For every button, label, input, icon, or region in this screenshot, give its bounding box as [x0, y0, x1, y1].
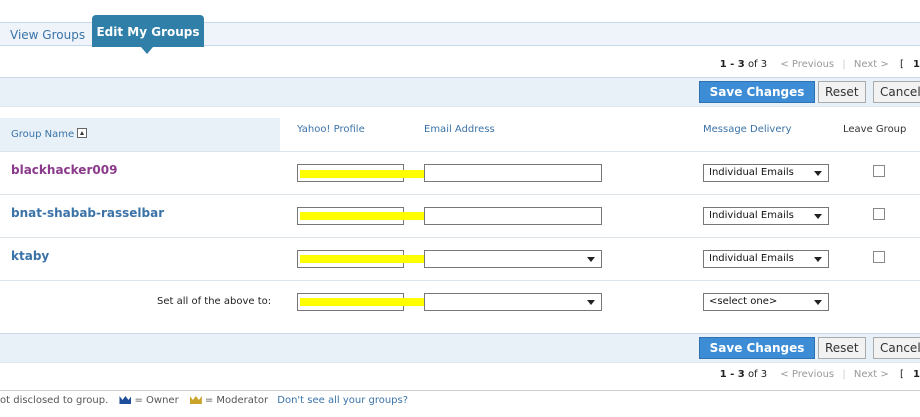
save-changes-button-top[interactable]: Save Changes [699, 81, 815, 103]
email-address-select-row-2[interactable] [424, 207, 602, 225]
save-changes-button-bottom[interactable]: Save Changes [699, 337, 815, 359]
chevron-down-icon [587, 300, 595, 305]
email-address-header: Email Address [424, 124, 495, 135]
chevron-down-icon [814, 171, 822, 176]
group-name-header-label: Group Name [11, 129, 75, 140]
leave-group-checkbox-row-2[interactable] [873, 208, 885, 220]
leave-group-checkbox-row-1[interactable] [873, 165, 885, 177]
set-all-email-select[interactable] [424, 293, 602, 311]
pager-of: of 3 [747, 59, 768, 70]
pager-page[interactable]: 1 [913, 59, 920, 70]
divider [0, 151, 920, 152]
moderator-crown-icon [189, 396, 202, 404]
cancel-button-top[interactable]: Cancel [873, 81, 920, 103]
delivery-value: Individual Emails [709, 210, 794, 221]
delivery-select-row-2[interactable]: Individual Emails [703, 207, 829, 225]
edit-groups-page: View Groups Edit My Groups 1 - 3 of 3 < … [0, 0, 920, 417]
missing-groups-link[interactable]: Don't see all your groups? [277, 395, 408, 406]
group-link-row-1[interactable]: blackhacker009 [11, 163, 117, 177]
footer-legend: ot disclosed to group. = Owner = Moderat… [0, 395, 920, 417]
pager-of: of 3 [747, 369, 768, 380]
divider [0, 280, 920, 281]
moderator-legend: = Moderator [204, 395, 269, 406]
message-delivery-header: Message Delivery [703, 124, 792, 135]
delivery-value: Individual Emails [709, 167, 794, 178]
pager-range: 1 - 3 [719, 369, 745, 380]
pager-range: 1 - 3 [719, 59, 745, 70]
owner-crown-icon [119, 396, 132, 404]
chevron-down-icon [814, 214, 822, 219]
pager-page[interactable]: 1 [913, 369, 920, 380]
leave-group-header: Leave Group [843, 124, 907, 135]
group-name-header[interactable]: Group Name [11, 128, 88, 140]
email-address-select-row-3[interactable] [424, 250, 602, 268]
pager-previous[interactable]: < Previous [780, 369, 834, 380]
pager-bracket: [ [899, 59, 904, 70]
pager-previous[interactable]: < Previous [780, 59, 834, 70]
tab-view-groups[interactable]: View Groups [10, 28, 85, 42]
not-disclosed-text: ot disclosed to group. [0, 395, 109, 406]
pager-bracket: [ [899, 369, 904, 380]
cancel-button-bottom[interactable]: Cancel [873, 337, 920, 359]
delivery-select-row-1[interactable]: Individual Emails [703, 164, 829, 182]
delivery-value: Individual Emails [709, 253, 794, 264]
sort-ascending-icon[interactable] [77, 128, 88, 138]
divider [0, 390, 920, 391]
email-address-select-row-1[interactable] [424, 164, 602, 182]
pager-top: 1 - 3 of 3 < Previous | Next > [ 1 [719, 59, 920, 70]
tab-edit-my-groups[interactable]: Edit My Groups [92, 15, 204, 47]
divider [0, 194, 920, 195]
leave-group-checkbox-row-3[interactable] [873, 251, 885, 263]
yahoo-profile-header: Yahoo! Profile [297, 124, 365, 135]
chevron-down-icon [587, 257, 595, 262]
owner-legend: = Owner [134, 395, 179, 406]
pager-bottom: 1 - 3 of 3 < Previous | Next > [ 1 [719, 369, 920, 380]
delivery-value: <select one> [709, 296, 778, 307]
chevron-down-icon [814, 257, 822, 262]
divider [0, 237, 920, 238]
delivery-select-row-3[interactable]: Individual Emails [703, 250, 829, 268]
active-tab-pointer [141, 47, 153, 54]
reset-button-bottom[interactable]: Reset [818, 337, 866, 359]
reset-button-top[interactable]: Reset [818, 81, 866, 103]
set-all-label: Set all of the above to: [157, 296, 272, 307]
group-link-row-3[interactable]: ktaby [11, 249, 49, 263]
group-link-row-2[interactable]: bnat-shabab-rasselbar [11, 206, 164, 220]
chevron-down-icon [814, 300, 822, 305]
pager-next[interactable]: Next > [854, 59, 889, 70]
pager-next[interactable]: Next > [854, 369, 889, 380]
set-all-delivery-select[interactable]: <select one> [703, 293, 829, 311]
